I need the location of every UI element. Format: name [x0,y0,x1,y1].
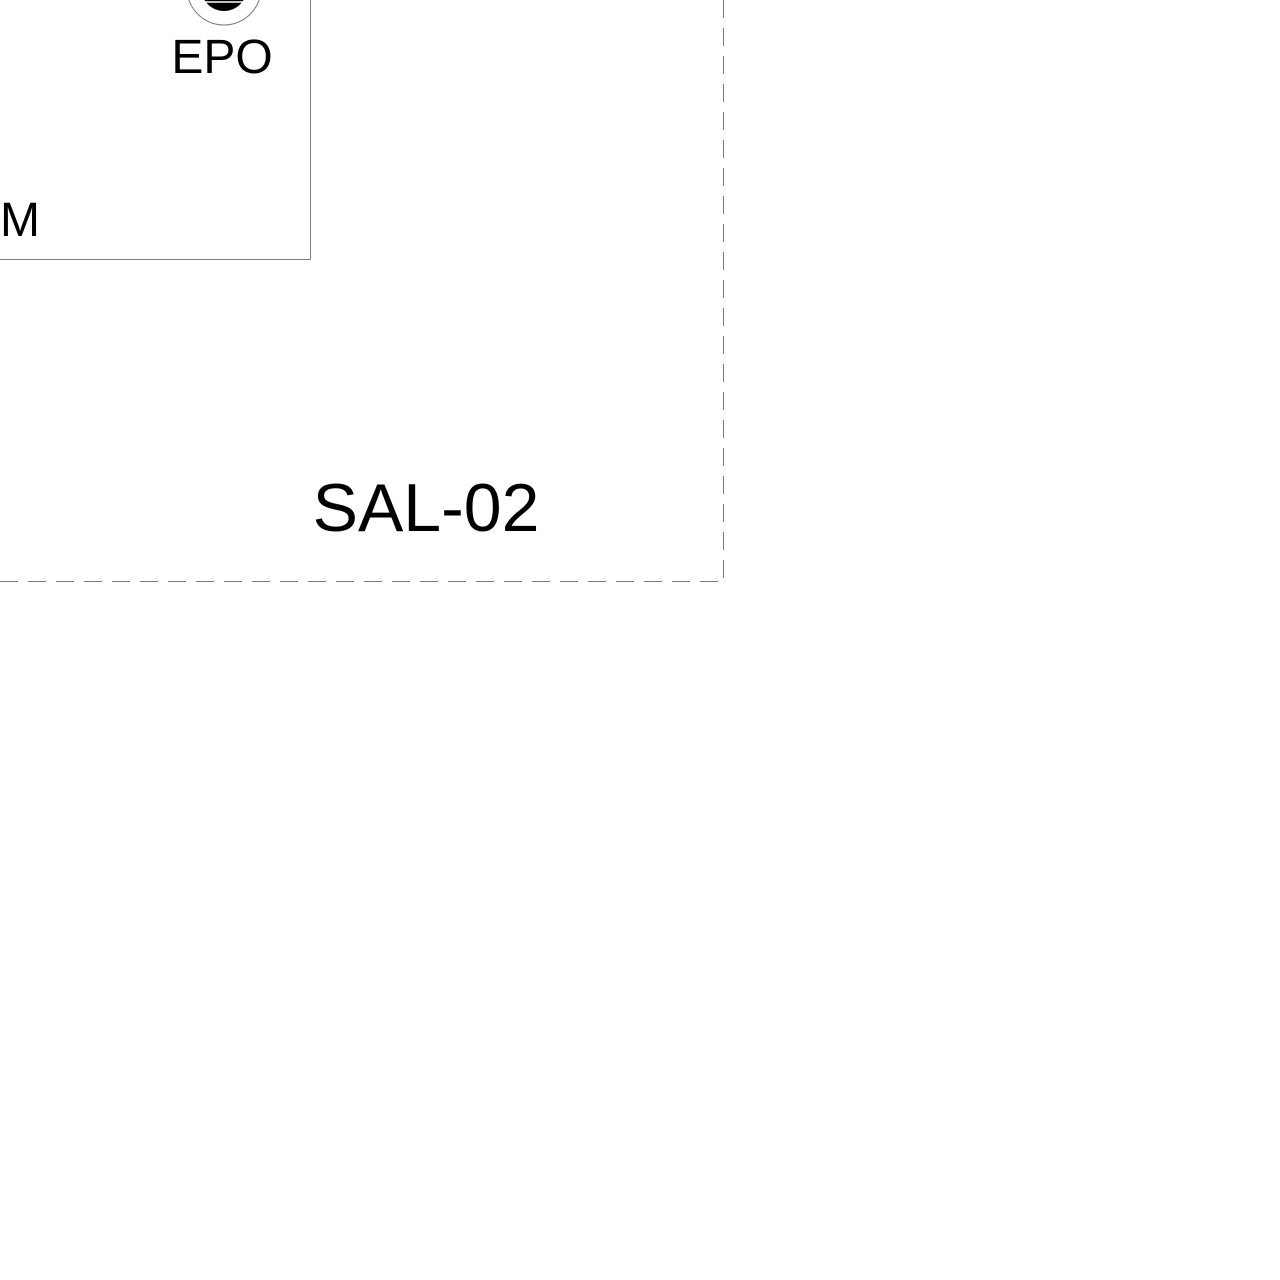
epo-button-icon [188,0,260,26]
floor-plan-canvas: EPO M SAL-02 [0,0,724,582]
equipment-panel: EPO M [0,0,311,260]
epo-label: EPO [171,31,272,84]
panel-partial-label: M [0,194,40,247]
room-label: SAL-02 [313,470,540,546]
